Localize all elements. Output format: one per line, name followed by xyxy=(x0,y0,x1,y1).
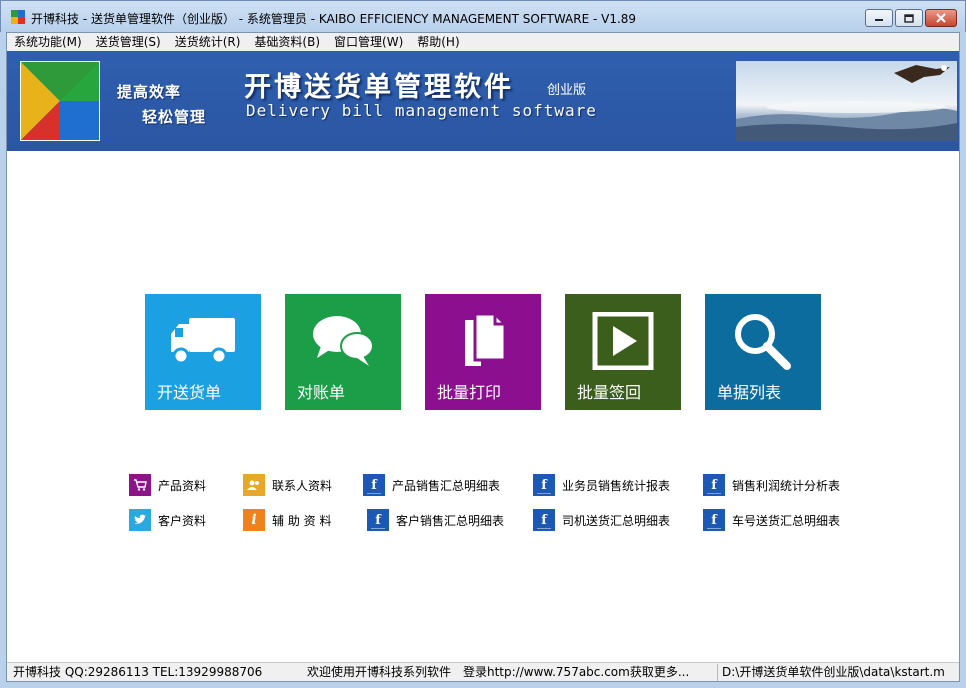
tile-statement[interactable]: 对账单 xyxy=(285,294,401,410)
close-button[interactable] xyxy=(925,9,957,27)
minimize-button[interactable] xyxy=(865,9,893,27)
facebook-icon: f xyxy=(363,474,385,496)
app-icon[interactable] xyxy=(11,10,25,24)
menu-delivery-stats[interactable]: 送货统计(R) xyxy=(168,33,248,51)
slogan-line1: 提高效率 xyxy=(117,83,182,101)
facebook-icon: f xyxy=(703,509,725,531)
link-label: 司机送货汇总明细表 xyxy=(562,513,671,528)
link-product-data[interactable]: 产品资料 xyxy=(129,473,206,497)
edition-label: 创业版 xyxy=(547,83,587,98)
link-label: 联系人资料 xyxy=(272,478,333,493)
link-label: 产品销售汇总明细表 xyxy=(392,478,501,493)
documents-icon xyxy=(465,312,507,366)
status-data-path: D:\开博送货单软件创业版\data\kstart.m xyxy=(717,664,959,681)
tile-batch-print[interactable]: 批量打印 xyxy=(425,294,541,410)
tile-label: 单据列表 xyxy=(717,383,782,402)
facebook-icon: f xyxy=(533,509,555,531)
tile-label: 开送货单 xyxy=(157,383,222,402)
link-driver-delivery-summary[interactable]: f 司机送货汇总明细表 xyxy=(533,508,670,532)
tile-document-list[interactable]: 单据列表 xyxy=(705,294,821,410)
menu-system[interactable]: 系统功能(M) xyxy=(7,33,89,51)
restore-icon xyxy=(904,13,914,23)
link-customer-sales-summary[interactable]: f 客户销售汇总明细表 xyxy=(367,508,504,532)
link-contact-data[interactable]: 联系人资料 xyxy=(243,473,332,497)
status-welcome: 欢迎使用开博科技系列软件 xyxy=(307,665,452,679)
link-customer-data[interactable]: 客户资料 xyxy=(129,508,206,532)
link-label: 销售利润统计分析表 xyxy=(732,478,841,493)
facebook-icon: f xyxy=(703,474,725,496)
info-icon: i xyxy=(243,509,265,531)
link-profit-analysis[interactable]: f 销售利润统计分析表 xyxy=(703,473,840,497)
main-window: 系统功能(M) 送货管理(S) 送货统计(R) 基础资料(B) 窗口管理(W) … xyxy=(6,32,960,682)
status-bar: 开博科技 QQ:29286113 TEL:13929988706 欢迎使用开博科… xyxy=(7,662,959,681)
link-label: 产品资料 xyxy=(158,478,207,493)
tile-label: 批量签回 xyxy=(577,383,642,402)
menu-delivery[interactable]: 送货管理(S) xyxy=(89,33,168,51)
link-label: 业务员销售统计报表 xyxy=(562,478,671,493)
tile-new-delivery[interactable]: 开送货单 xyxy=(145,294,261,410)
facebook-icon: f xyxy=(533,474,555,496)
status-website[interactable]: 登录http://www.757abc.com获取更多... xyxy=(459,664,715,681)
tile-label: 批量打印 xyxy=(437,383,502,402)
facebook-icon: f xyxy=(367,509,389,531)
contacts-icon xyxy=(243,474,265,496)
slogan-line2: 轻松管理 xyxy=(142,108,207,126)
link-label: 客户销售汇总明细表 xyxy=(396,513,505,528)
truck-icon xyxy=(171,318,235,365)
link-vehicle-delivery-summary[interactable]: f 车号送货汇总明细表 xyxy=(703,508,840,532)
link-product-sales-summary[interactable]: f 产品销售汇总明细表 xyxy=(363,473,500,497)
app-logo xyxy=(20,61,100,141)
restore-button[interactable] xyxy=(895,9,923,27)
menu-help[interactable]: 帮助(H) xyxy=(410,33,466,51)
menu-basic-data[interactable]: 基础资料(B) xyxy=(247,33,327,51)
app-title: 开博送货单管理软件 xyxy=(244,72,514,103)
menu-bar: 系统功能(M) 送货管理(S) 送货统计(R) 基础资料(B) 窗口管理(W) … xyxy=(7,33,959,51)
header-banner: 提高效率 轻松管理 开博送货单管理软件 创业版 Delivery bill ma… xyxy=(7,51,959,151)
close-icon xyxy=(936,13,946,23)
status-contact: 开博科技 QQ:29286113 TEL:13929988706 xyxy=(13,665,263,679)
search-icon xyxy=(735,314,791,370)
title-bar[interactable]: 开博科技 - 送货单管理软件（创业版） - 系统管理员 - KAIBO EFFI… xyxy=(0,0,966,32)
twitter-icon xyxy=(129,509,151,531)
link-auxiliary-data[interactable]: i 辅 助 资 料 xyxy=(243,508,331,532)
app-subtitle: Delivery bill management software xyxy=(246,101,597,120)
minimize-icon xyxy=(875,19,883,21)
menu-window[interactable]: 窗口管理(W) xyxy=(327,33,410,51)
window-title: 开博科技 - 送货单管理软件（创业版） - 系统管理员 - KAIBO EFFI… xyxy=(31,12,637,26)
chat-bubbles-icon xyxy=(313,316,374,366)
play-icon xyxy=(592,312,654,370)
tile-label: 对账单 xyxy=(297,383,346,402)
eagle-scenery-image xyxy=(736,61,957,141)
cart-icon xyxy=(129,474,151,496)
link-salesperson-report[interactable]: f 业务员销售统计报表 xyxy=(533,473,670,497)
link-label: 辅 助 资 料 xyxy=(272,513,332,528)
tile-batch-signback[interactable]: 批量签回 xyxy=(565,294,681,410)
link-label: 车号送货汇总明细表 xyxy=(732,513,841,528)
link-label: 客户资料 xyxy=(158,513,207,528)
